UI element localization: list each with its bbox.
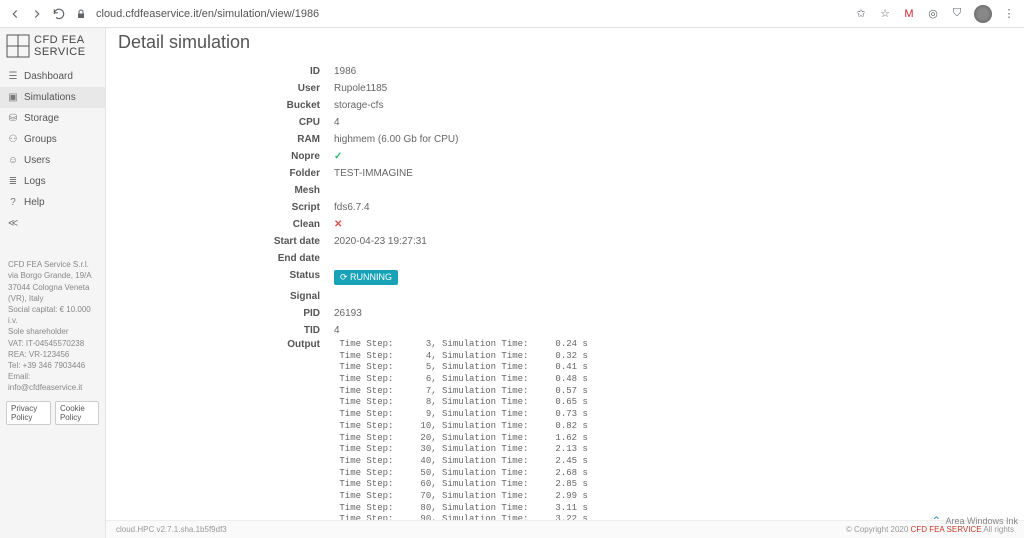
chevron-left-icon: ≪ xyxy=(8,218,18,228)
value-clean: ✕ xyxy=(334,219,342,230)
label-pid: PID xyxy=(118,308,334,319)
main-content: Detail simulation ID1986 UserRupole1185 … xyxy=(106,28,1024,538)
label-id: ID xyxy=(118,66,334,77)
sidebar-item-collapse[interactable]: ≪ xyxy=(0,213,105,233)
groups-icon: ⚇ xyxy=(8,135,18,145)
sidebar-item-dashboard[interactable]: ☰ Dashboard xyxy=(0,66,105,87)
sidebar-label: Storage xyxy=(24,113,59,124)
privacy-policy-button[interactable]: Privacy Policy xyxy=(6,401,51,425)
label-status: Status xyxy=(118,270,334,285)
help-icon: ? xyxy=(8,198,18,208)
label-enddate: End date xyxy=(118,253,334,264)
dashboard-icon: ☰ xyxy=(8,72,18,82)
avatar[interactable] xyxy=(974,5,992,23)
value-startdate: 2020-04-23 19:27:31 xyxy=(334,236,427,247)
lock-icon xyxy=(74,7,88,21)
cross-icon: ✕ xyxy=(334,219,342,230)
sidebar-item-groups[interactable]: ⚇ Groups xyxy=(0,129,105,150)
company-info: CFD FEA Service S.r.l. via Borgo Grande,… xyxy=(0,251,105,401)
sidebar: CFD FEASERVICE ☰ Dashboard ▣ Simulations ⛁… xyxy=(0,28,106,538)
star-icon[interactable]: ☆ xyxy=(878,7,892,21)
sidebar-item-storage[interactable]: ⛁ Storage xyxy=(0,108,105,129)
sidebar-item-logs[interactable]: ≣ Logs xyxy=(0,171,105,192)
sidebar-item-simulations[interactable]: ▣ Simulations xyxy=(0,87,105,108)
simulations-icon: ▣ xyxy=(8,93,18,103)
sidebar-label: Dashboard xyxy=(24,71,73,82)
sidebar-label: Help xyxy=(24,197,45,208)
pin-icon[interactable]: ✩ xyxy=(854,7,868,21)
value-script: fds6.7.4 xyxy=(334,202,370,213)
page-title: Detail simulation xyxy=(118,32,1012,53)
label-bucket: Bucket xyxy=(118,100,334,111)
sidebar-label: Groups xyxy=(24,134,57,145)
value-status: ⟳ RUNNING xyxy=(334,270,398,285)
extension-icon[interactable]: ◎ xyxy=(926,7,940,21)
url-bar[interactable]: cloud.cfdfeaservice.it/en/simulation/vie… xyxy=(96,8,846,20)
label-nopre: Nopre xyxy=(118,151,334,162)
sidebar-label: Simulations xyxy=(24,92,76,103)
label-mesh: Mesh xyxy=(118,185,334,196)
sidebar-item-users[interactable]: ☺ Users xyxy=(0,150,105,171)
value-cpu: 4 xyxy=(334,117,340,128)
label-folder: Folder xyxy=(118,168,334,179)
label-output: Output xyxy=(118,339,334,538)
value-ram: highmem (6.00 Gb for CPU) xyxy=(334,134,459,145)
label-cpu: CPU xyxy=(118,117,334,128)
logs-icon: ≣ xyxy=(8,177,18,187)
status-badge: ⟳ RUNNING xyxy=(334,270,398,285)
forward-browser-button[interactable] xyxy=(30,7,44,21)
sidebar-label: Logs xyxy=(24,176,46,187)
storage-icon: ⛁ xyxy=(8,114,18,124)
back-browser-button[interactable] xyxy=(8,7,22,21)
shield-icon[interactable]: ⛉ xyxy=(950,7,964,21)
output-text: Time Step: 3, Simulation Time: 0.24 s Ti… xyxy=(334,339,588,538)
windows-ink-hint: ⌃Area Windows Ink xyxy=(931,514,1018,528)
label-signal: Signal xyxy=(118,291,334,302)
footer-version: cloud.HPC v2.7.1.sha.1b5f9df3 xyxy=(116,525,227,534)
value-user: Rupole1185 xyxy=(334,83,387,94)
reload-browser-button[interactable] xyxy=(52,7,66,21)
browser-toolbar: cloud.cfdfeaservice.it/en/simulation/vie… xyxy=(0,0,1024,28)
value-nopre: ✓ xyxy=(334,151,342,162)
logo-mark-icon xyxy=(6,34,30,58)
label-script: Script xyxy=(118,202,334,213)
label-tid: TID xyxy=(118,325,334,336)
value-bucket: storage-cfs xyxy=(334,100,383,111)
value-folder: TEST-IMMAGINE xyxy=(334,168,413,179)
chevron-up-icon: ⌃ xyxy=(931,514,941,528)
check-icon: ✓ xyxy=(334,151,342,162)
cookie-policy-button[interactable]: Cookie Policy xyxy=(55,401,99,425)
logo: CFD FEASERVICE xyxy=(0,28,105,66)
label-clean: Clean xyxy=(118,219,334,230)
label-user: User xyxy=(118,83,334,94)
sidebar-label: Users xyxy=(24,155,50,166)
users-icon: ☺ xyxy=(8,156,18,166)
menu-icon[interactable]: ⋮ xyxy=(1002,7,1016,21)
logo-line1: CFD FEA xyxy=(34,34,85,46)
label-ram: RAM xyxy=(118,134,334,145)
value-pid: 26193 xyxy=(334,308,362,319)
gmail-icon[interactable]: M xyxy=(902,7,916,21)
sidebar-item-help[interactable]: ? Help xyxy=(0,192,105,213)
value-id: 1986 xyxy=(334,66,356,77)
label-startdate: Start date xyxy=(118,236,334,247)
footer: cloud.HPC v2.7.1.sha.1b5f9df3 © Copyrigh… xyxy=(106,520,1024,538)
logo-line2: SERVICE xyxy=(34,46,86,58)
value-tid: 4 xyxy=(334,325,340,336)
